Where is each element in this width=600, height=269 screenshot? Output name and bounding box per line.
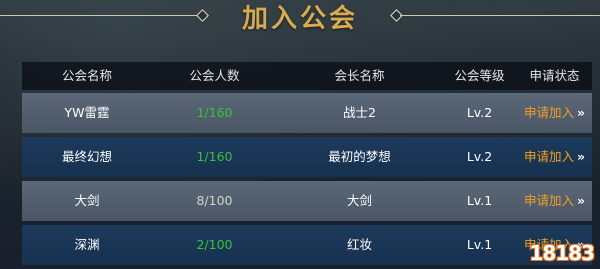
watermark-logo: 18183 [529,241,595,265]
table-row[interactable]: YW雷霆 1/160 战士2 Lv.2 申请加入» [22,93,592,133]
member-count: 2/100 [196,237,233,252]
header-leader-name: 会长名称 [334,68,385,83]
leader-name: 最初的梦想 [328,149,391,164]
title-bar: 加入公会 [0,0,600,34]
double-arrow-right-icon: » [576,149,586,164]
guild-level: Lv.1 [466,193,493,208]
title-divider-right [400,15,600,16]
table-header: 公会名称 公会人数 会长名称 公会等级 申请状态 [22,62,592,90]
table-row[interactable]: 最终幻想 1/160 最初的梦想 Lv.2 申请加入» [22,137,592,177]
double-arrow-right-icon: » [576,105,586,120]
guild-name: 大剑 [74,193,100,208]
header-guild-name: 公会名称 [61,68,112,83]
table-row[interactable]: 大剑 8/100 大剑 Lv.1 申请加入» [22,181,592,221]
page-title: 加入公会 [241,4,358,34]
guild-name: YW雷霆 [64,105,110,120]
member-count: 1/160 [196,105,233,120]
apply-label[interactable]: 申请加入 [524,193,574,208]
guild-level: Lv.1 [466,237,493,252]
apply-button[interactable]: 申请加入» [517,93,592,133]
apply-button[interactable]: 申请加入» [517,137,592,177]
leader-name: 大剑 [346,193,372,208]
guild-level: Lv.2 [466,149,493,164]
apply-label[interactable]: 申请加入 [524,149,574,164]
apply-button[interactable]: 申请加入» [517,181,592,221]
member-count: 8/100 [196,193,233,208]
guild-level: Lv.2 [466,105,493,120]
apply-label[interactable]: 申请加入 [524,105,574,120]
guild-name: 深渊 [74,237,100,252]
double-arrow-right-icon: » [576,193,586,208]
member-count: 1/160 [196,149,233,164]
table-row[interactable]: 深渊 2/100 红妆 Lv.1 申请加入» [22,225,592,265]
leader-name: 战士2 [343,105,376,120]
header-apply-status: 申请状态 [529,68,580,83]
header-guild-level: 公会等级 [454,68,505,83]
guild-name: 最终幻想 [61,149,112,164]
header-member-count: 公会人数 [189,68,240,83]
leader-name: 红妆 [346,237,372,252]
